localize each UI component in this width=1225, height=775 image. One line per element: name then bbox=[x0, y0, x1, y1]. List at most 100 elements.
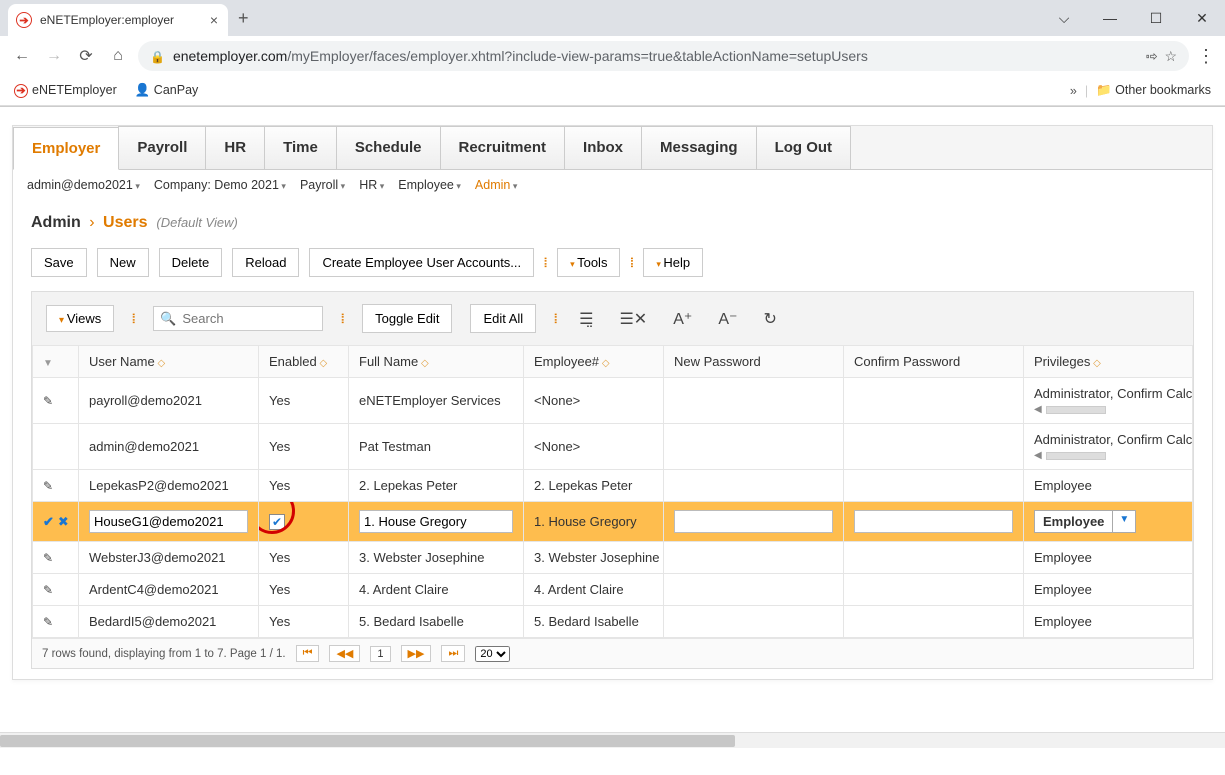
caret-down-icon[interactable]: ⌵ bbox=[1041, 0, 1087, 36]
cancel-icon[interactable]: ✖ bbox=[58, 514, 69, 529]
back-button[interactable]: ← bbox=[10, 47, 34, 65]
star-icon[interactable] bbox=[1164, 48, 1177, 65]
pager-next[interactable]: ▶▶ bbox=[401, 645, 432, 662]
edit-row-icon[interactable]: ✎ bbox=[43, 615, 53, 629]
col-enabled[interactable]: Enabled bbox=[259, 346, 349, 378]
save-button[interactable]: Save bbox=[31, 248, 87, 277]
chevron-down-icon[interactable]: ▼ bbox=[1112, 511, 1135, 532]
forward-button[interactable]: → bbox=[42, 47, 66, 65]
col-employee[interactable]: Employee# bbox=[524, 346, 664, 378]
table-row[interactable]: ✎LepekasP2@demo2021Yes2. Lepekas Peter2.… bbox=[33, 470, 1193, 502]
minimize-icon[interactable]: — bbox=[1087, 0, 1133, 36]
pager-prev[interactable]: ◀◀ bbox=[329, 645, 360, 662]
col-full-name[interactable]: Full Name bbox=[349, 346, 524, 378]
close-window-icon[interactable]: ✕ bbox=[1179, 0, 1225, 36]
submenu-item[interactable]: Company: Demo 2021 bbox=[154, 178, 286, 192]
full-name-input[interactable] bbox=[359, 510, 513, 533]
nav-tab-schedule[interactable]: Schedule bbox=[336, 126, 441, 169]
table-row[interactable]: ✔✖✔1. House GregoryEmployee▼ bbox=[33, 502, 1193, 542]
toggle-edit-button[interactable]: Toggle Edit bbox=[362, 304, 452, 333]
row-action-cell[interactable]: ✎ bbox=[33, 574, 79, 606]
cell-privileges[interactable]: Employee▼ bbox=[1024, 502, 1193, 542]
cell-confirm-password[interactable] bbox=[844, 502, 1024, 542]
new-tab-button[interactable]: + bbox=[238, 8, 249, 29]
bookmark-enetemployer[interactable]: eNETEmployer bbox=[14, 83, 117, 98]
new-password-input[interactable] bbox=[674, 510, 833, 533]
col-filter[interactable] bbox=[33, 346, 79, 378]
table-row[interactable]: ✎payroll@demo2021YeseNETEmployer Service… bbox=[33, 378, 1193, 424]
nav-tab-messaging[interactable]: Messaging bbox=[641, 126, 757, 169]
browser-menu-icon[interactable] bbox=[1197, 46, 1215, 67]
confirm-icon[interactable]: ✔ bbox=[43, 514, 54, 529]
pager-current[interactable]: 1 bbox=[370, 646, 390, 662]
privileges-select[interactable]: Employee▼ bbox=[1034, 510, 1136, 533]
submenu-item[interactable]: admin@demo2021 bbox=[27, 178, 140, 192]
row-action-cell[interactable]: ✎ bbox=[33, 378, 79, 424]
col-user-name[interactable]: User Name bbox=[79, 346, 259, 378]
bookmarks-overflow-icon[interactable]: » bbox=[1070, 84, 1077, 98]
edit-row-icon[interactable]: ✎ bbox=[43, 394, 53, 408]
home-button[interactable]: ⌂ bbox=[106, 47, 130, 65]
refresh-icon[interactable]: ↻ bbox=[759, 307, 780, 331]
filter-settings-icon[interactable]: ☰̤ bbox=[575, 307, 597, 331]
font-decrease-icon[interactable]: A⁻ bbox=[714, 307, 741, 331]
row-action-cell[interactable]: ✎ bbox=[33, 606, 79, 638]
nav-tab-time[interactable]: Time bbox=[264, 126, 337, 169]
nav-tab-payroll[interactable]: Payroll bbox=[118, 126, 206, 169]
edit-row-icon[interactable]: ✎ bbox=[43, 479, 53, 493]
row-action-cell[interactable]: ✎ bbox=[33, 542, 79, 574]
edit-row-icon[interactable]: ✎ bbox=[43, 551, 53, 565]
submenu-item[interactable]: Employee bbox=[398, 178, 461, 192]
page-size-select[interactable]: 20 bbox=[475, 646, 510, 662]
search-box[interactable]: 🔍 bbox=[153, 306, 323, 331]
pager-last[interactable]: ⏭ bbox=[441, 645, 465, 662]
tools-dropdown[interactable]: Tools bbox=[557, 248, 620, 277]
nav-tab-log-out[interactable]: Log Out bbox=[756, 126, 851, 169]
col-confirm-password[interactable]: Confirm Password bbox=[844, 346, 1024, 378]
cell-enabled[interactable]: ✔ bbox=[259, 502, 349, 542]
row-action-cell[interactable] bbox=[33, 424, 79, 470]
chevron-left-icon[interactable]: ◀ bbox=[1034, 404, 1042, 415]
table-row[interactable]: admin@demo2021YesPat Testman<None>Admini… bbox=[33, 424, 1193, 470]
nav-tab-inbox[interactable]: Inbox bbox=[564, 126, 642, 169]
delete-button[interactable]: Delete bbox=[159, 248, 223, 277]
share-icon[interactable] bbox=[1145, 48, 1157, 65]
table-row[interactable]: ✎BedardI5@demo2021Yes5. Bedard Isabelle5… bbox=[33, 606, 1193, 638]
create-accounts-button[interactable]: Create Employee User Accounts... bbox=[309, 248, 534, 277]
chevron-left-icon[interactable]: ◀ bbox=[1034, 450, 1042, 461]
search-input[interactable] bbox=[180, 310, 316, 327]
clear-filter-icon[interactable]: ☰✕ bbox=[615, 307, 651, 331]
other-bookmarks[interactable]: 📁 Other bookmarks bbox=[1096, 83, 1211, 98]
url-bar[interactable]: enetemployer.com/myEmployer/faces/employ… bbox=[138, 41, 1189, 71]
table-row[interactable]: ✎WebsterJ3@demo2021Yes3. Webster Josephi… bbox=[33, 542, 1193, 574]
enabled-checkbox[interactable]: ✔ bbox=[269, 514, 285, 530]
scrollbar-thumb[interactable] bbox=[0, 735, 735, 747]
tab-close-icon[interactable]: × bbox=[210, 12, 218, 28]
user-name-input[interactable] bbox=[89, 510, 248, 533]
submenu-item[interactable]: HR bbox=[359, 178, 384, 192]
submenu-item[interactable]: Payroll bbox=[300, 178, 345, 192]
bookmark-canpay[interactable]: 👤 CanPay bbox=[135, 83, 199, 98]
maximize-icon[interactable]: ☐ bbox=[1133, 0, 1179, 36]
edit-row-icon[interactable]: ✎ bbox=[43, 583, 53, 597]
row-action-cell[interactable]: ✎ bbox=[33, 470, 79, 502]
table-row[interactable]: ✎ArdentC4@demo2021Yes4. Ardent Claire4. … bbox=[33, 574, 1193, 606]
browser-tab[interactable]: eNETEmployer:employer × bbox=[8, 4, 228, 36]
col-new-password[interactable]: New Password bbox=[664, 346, 844, 378]
row-action-cell[interactable]: ✔✖ bbox=[33, 502, 79, 542]
confirm-password-input[interactable] bbox=[854, 510, 1013, 533]
edit-all-button[interactable]: Edit All bbox=[470, 304, 536, 333]
reload-button[interactable]: Reload bbox=[232, 248, 299, 277]
help-dropdown[interactable]: Help bbox=[643, 248, 703, 277]
cell-new-password[interactable] bbox=[664, 502, 844, 542]
priv-scroll-bar[interactable] bbox=[1046, 452, 1106, 460]
nav-tab-hr[interactable]: HR bbox=[205, 126, 265, 169]
new-button[interactable]: New bbox=[97, 248, 149, 277]
pager-first[interactable]: ⏮ bbox=[296, 645, 320, 662]
col-privileges[interactable]: Privileges bbox=[1024, 346, 1193, 378]
font-increase-icon[interactable]: A⁺ bbox=[669, 307, 696, 331]
nav-tab-recruitment[interactable]: Recruitment bbox=[440, 126, 566, 169]
submenu-item[interactable]: Admin bbox=[475, 178, 517, 192]
nav-tab-employer[interactable]: Employer bbox=[13, 127, 119, 170]
priv-scroll-bar[interactable] bbox=[1046, 406, 1106, 414]
